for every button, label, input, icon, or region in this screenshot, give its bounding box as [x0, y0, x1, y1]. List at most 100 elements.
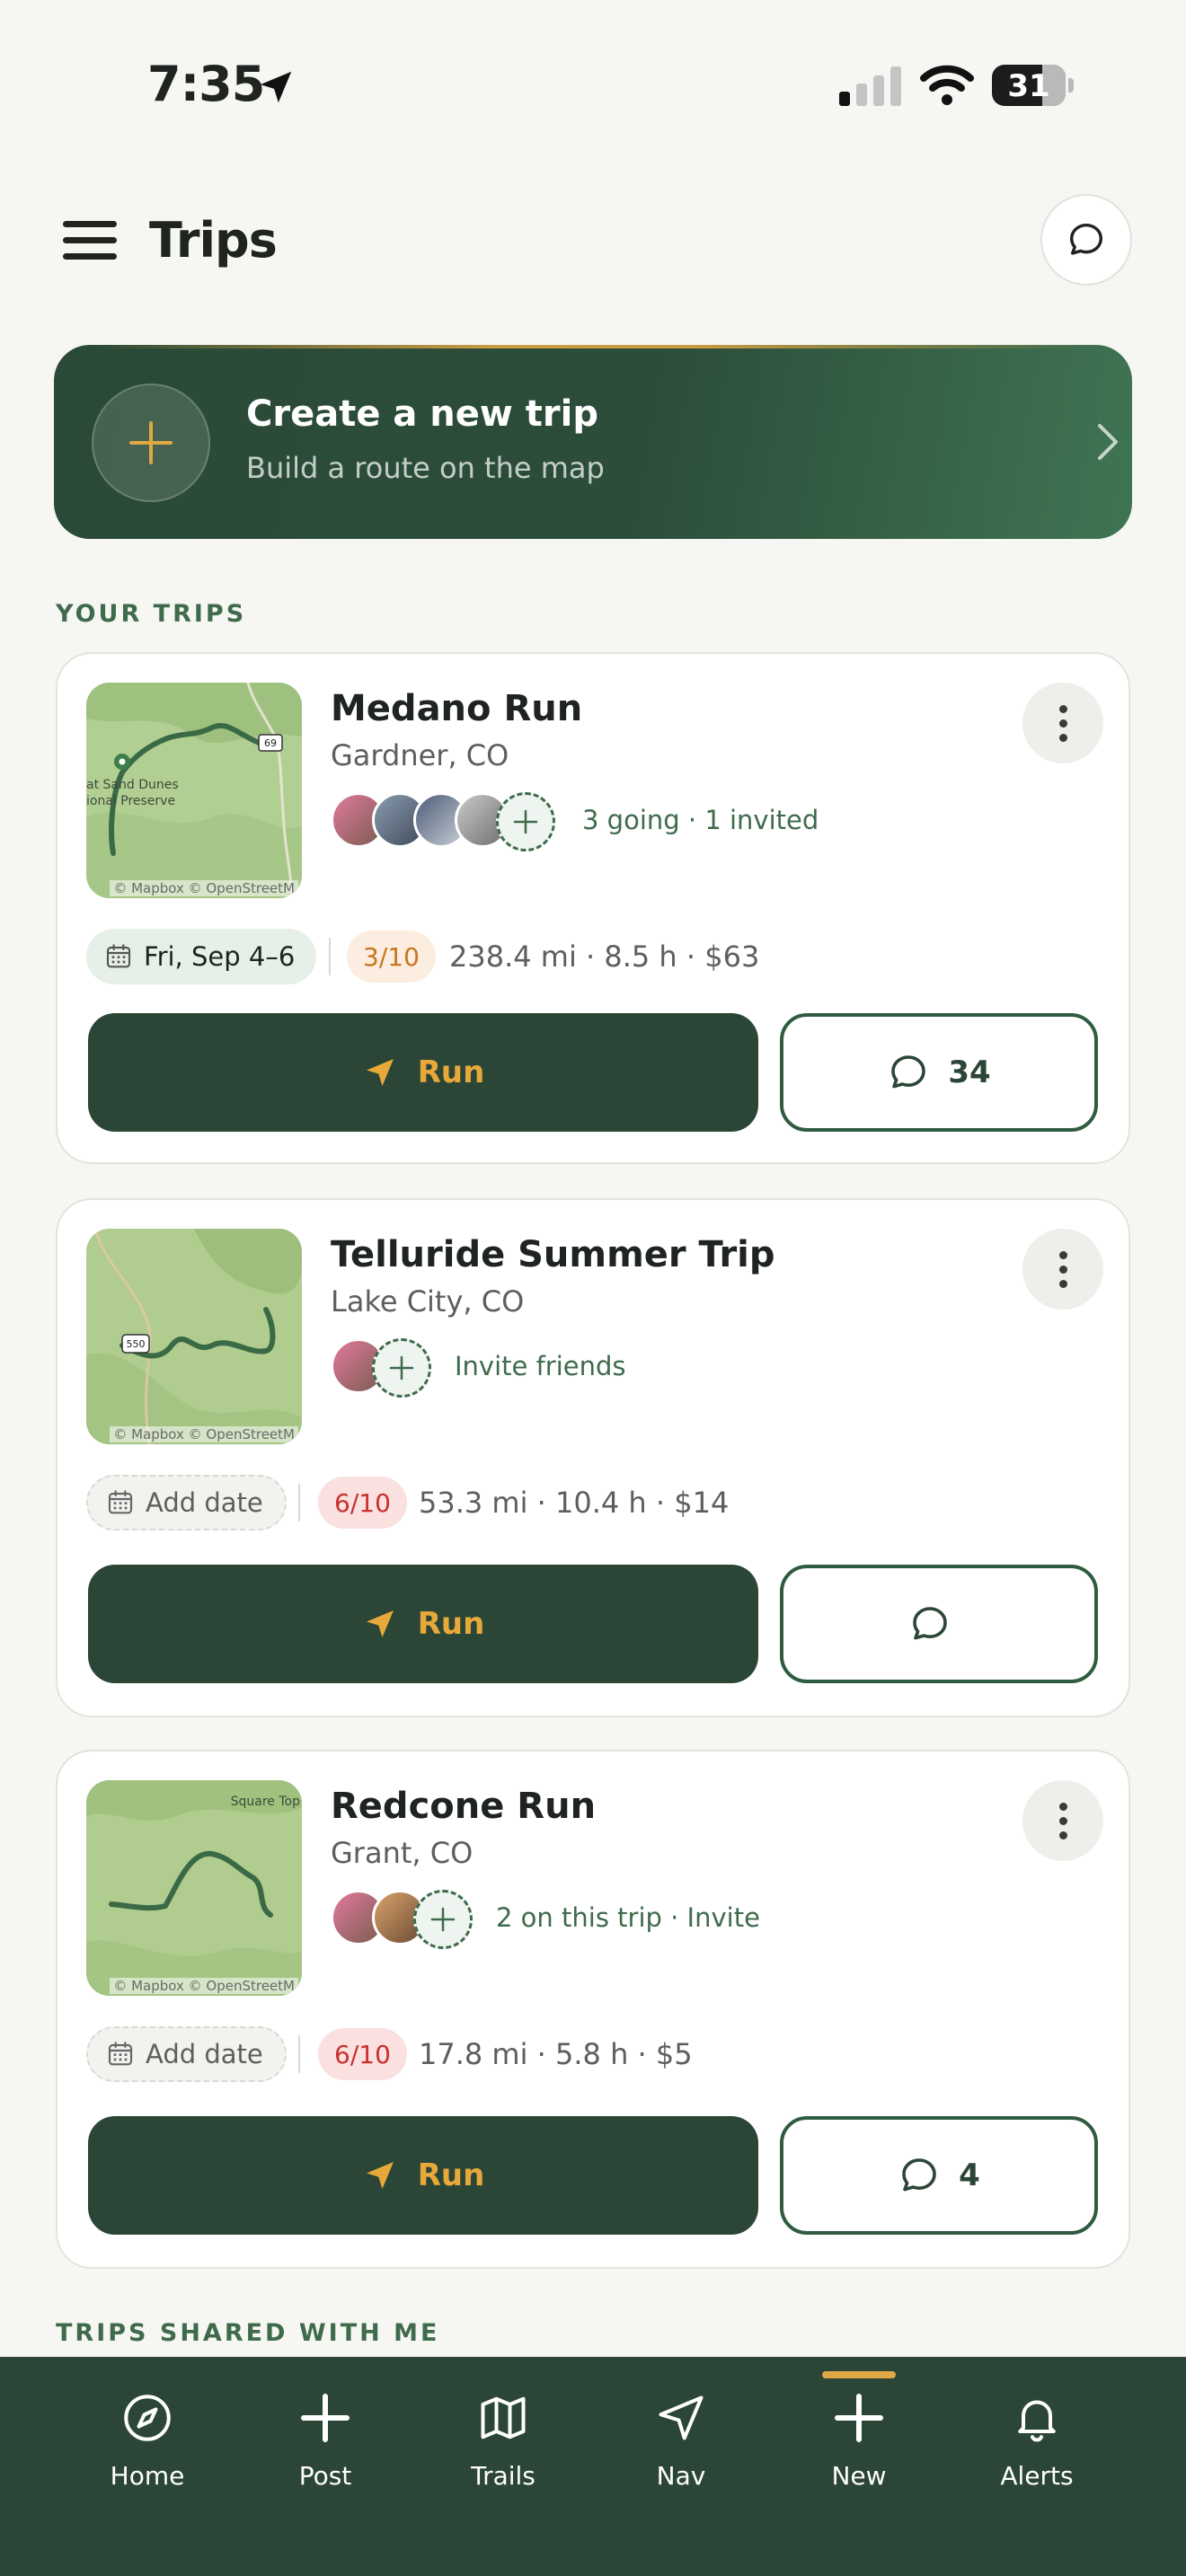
- cellular-signal-icon: [839, 66, 901, 106]
- trip-location: Gardner, CO: [331, 738, 509, 772]
- trip-card[interactable]: Square Top © Mapbox © OpenStreetM Redcon…: [56, 1750, 1130, 2269]
- create-trip-card[interactable]: Create a new trip Build a route on the m…: [54, 345, 1132, 539]
- location-arrow-icon: [260, 71, 292, 103]
- comments-button[interactable]: [780, 1565, 1098, 1683]
- map-attribution: © Mapbox © OpenStreetM: [110, 1426, 298, 1442]
- comment-count: 4: [959, 2157, 980, 2193]
- add-date-button[interactable]: Add date: [86, 2026, 287, 2082]
- active-tab-indicator: [822, 2371, 896, 2378]
- map-label: ional Preserve: [86, 794, 175, 808]
- trip-name[interactable]: Medano Run: [331, 688, 582, 729]
- nav-label: Trails: [471, 2461, 535, 2491]
- nav-home[interactable]: Home: [66, 2357, 228, 2501]
- more-options-button[interactable]: [1022, 683, 1103, 763]
- wifi-icon: [920, 65, 974, 105]
- invite-button[interactable]: [372, 1338, 431, 1398]
- invite-button[interactable]: [413, 1890, 473, 1949]
- difficulty-rating: 3/10: [347, 931, 436, 983]
- nav-label: Alerts: [1000, 2461, 1074, 2491]
- trip-card[interactable]: 69 at Sand Dunes ional Preserve © Mapbox…: [56, 652, 1130, 1164]
- nav-label: Home: [110, 2461, 185, 2491]
- nav-new[interactable]: New: [778, 2357, 940, 2501]
- page-title: Trips: [149, 212, 278, 269]
- nav-nav[interactable]: Nav: [600, 2357, 762, 2501]
- navigation-arrow-icon: [366, 2162, 394, 2189]
- add-date-button[interactable]: Add date: [86, 1475, 287, 1531]
- status-time: 7:35: [147, 56, 265, 112]
- divider: [298, 1484, 300, 1522]
- trip-stats: 238.4 mi · 8.5 h · $63: [449, 940, 760, 974]
- compass-icon: [124, 2395, 171, 2441]
- nav-label: Nav: [656, 2461, 706, 2491]
- invite-button[interactable]: [496, 792, 555, 851]
- run-label: Run: [417, 2157, 485, 2193]
- navigation-arrow-icon: [659, 2395, 704, 2440]
- menu-icon[interactable]: [63, 221, 117, 260]
- map-label: 550: [127, 1338, 146, 1350]
- battery-level: 31: [1007, 68, 1050, 104]
- members-summary[interactable]: Invite friends: [455, 1351, 626, 1381]
- chat-bubble-icon: [902, 2158, 936, 2192]
- trip-name[interactable]: Redcone Run: [331, 1786, 596, 1827]
- map-icon: [481, 2396, 526, 2439]
- run-label: Run: [417, 1054, 485, 1090]
- comments-button[interactable]: 34: [780, 1013, 1098, 1132]
- bell-icon: [1018, 2400, 1056, 2442]
- plus-icon: [301, 2394, 350, 2442]
- chat-bubble-icon: [1069, 223, 1103, 255]
- more-options-button[interactable]: [1022, 1229, 1103, 1310]
- calendar-icon: [106, 944, 131, 968]
- chat-bubble-icon: [913, 1607, 947, 1640]
- trip-stats: 53.3 mi · 10.4 h · $14: [419, 1486, 730, 1520]
- trip-map-thumbnail[interactable]: 69 at Sand Dunes ional Preserve © Mapbox…: [86, 683, 302, 898]
- nav-label: New: [831, 2461, 887, 2491]
- run-label: Run: [417, 1606, 485, 1642]
- chat-bubble-icon: [891, 1055, 926, 1089]
- battery-icon: 31: [992, 65, 1074, 106]
- trip-name[interactable]: Telluride Summer Trip: [331, 1234, 775, 1275]
- trip-location: Grant, CO: [331, 1836, 474, 1870]
- trip-location: Lake City, CO: [331, 1284, 525, 1319]
- status-bar: 7:35 31: [0, 0, 1186, 171]
- plus-icon: [835, 2394, 883, 2442]
- nav-trails[interactable]: Trails: [422, 2357, 584, 2501]
- add-date-label: Add date: [146, 2039, 263, 2069]
- create-trip-title: Create a new trip: [246, 393, 598, 435]
- nav-post[interactable]: Post: [244, 2357, 406, 2501]
- run-button[interactable]: Run: [88, 1565, 758, 1683]
- divider: [329, 938, 331, 975]
- create-trip-subtitle: Build a route on the map: [246, 451, 605, 485]
- add-date-label: Add date: [146, 1487, 263, 1518]
- divider: [298, 2035, 300, 2073]
- trip-stats: 17.8 mi · 5.8 h · $5: [419, 2037, 693, 2071]
- map-label: 69: [264, 737, 277, 749]
- difficulty-rating: 6/10: [318, 1477, 407, 1529]
- trip-date-label: Fri, Sep 4–6: [144, 941, 296, 972]
- more-options-button[interactable]: [1022, 1780, 1103, 1861]
- map-attribution: © Mapbox © OpenStreetM: [110, 880, 298, 896]
- calendar-icon: [108, 1490, 133, 1514]
- comments-button[interactable]: 4: [780, 2116, 1098, 2235]
- chevron-right-icon: [1098, 424, 1118, 460]
- map-attribution: © Mapbox © OpenStreetM: [110, 1978, 298, 1994]
- plus-icon: [430, 1907, 456, 1932]
- comment-count: 34: [948, 1054, 991, 1090]
- trip-date[interactable]: Fri, Sep 4–6: [86, 929, 317, 984]
- nav-label: Post: [298, 2461, 352, 2491]
- nav-alerts[interactable]: Alerts: [956, 2357, 1118, 2501]
- trip-map-thumbnail[interactable]: Square Top © Mapbox © OpenStreetM: [86, 1780, 302, 1996]
- trip-map-thumbnail[interactable]: 550 © Mapbox © OpenStreetM: [86, 1229, 302, 1444]
- navigation-arrow-icon: [366, 1059, 394, 1086]
- add-circle: [92, 384, 210, 502]
- members-summary: 2 on this trip · Invite: [496, 1902, 760, 1933]
- trip-card[interactable]: 550 © Mapbox © OpenStreetM Telluride Sum…: [56, 1198, 1130, 1717]
- section-shared-trips: TRIPS SHARED WITH ME: [56, 2319, 440, 2347]
- run-button[interactable]: Run: [88, 2116, 758, 2235]
- messages-button[interactable]: [1040, 194, 1132, 286]
- section-your-trips: YOUR TRIPS: [56, 600, 247, 628]
- members-summary: 3 going · 1 invited: [582, 805, 819, 835]
- plus-icon: [389, 1355, 414, 1381]
- run-button[interactable]: Run: [88, 1013, 758, 1132]
- calendar-icon: [108, 2042, 133, 2066]
- plus-icon: [513, 809, 538, 834]
